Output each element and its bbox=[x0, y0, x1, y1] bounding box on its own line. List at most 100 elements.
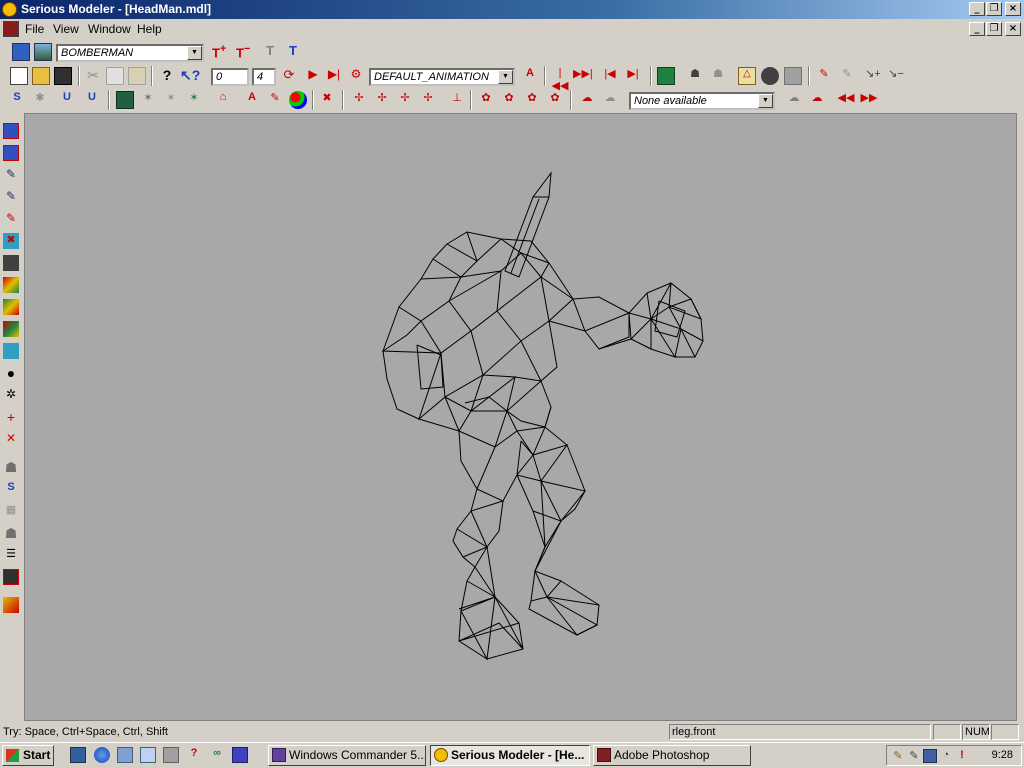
tool-edit-icon[interactable]: ✎ bbox=[3, 167, 19, 183]
select-remove-icon[interactable]: ↘− bbox=[887, 67, 905, 85]
tool-color-r-icon[interactable] bbox=[3, 321, 19, 337]
tool-list-icon[interactable]: ☰ bbox=[3, 547, 19, 563]
quicklaunch-tool-icon[interactable] bbox=[163, 747, 179, 763]
tray-alert-icon[interactable]: ! bbox=[955, 749, 969, 763]
tool-map-icon[interactable] bbox=[3, 597, 19, 613]
tray-pencil-icon[interactable]: ✎ bbox=[891, 749, 905, 763]
uv-a-icon[interactable]: U bbox=[58, 91, 76, 109]
timeline-icon[interactable] bbox=[657, 67, 675, 85]
play-step-icon[interactable]: ▶| bbox=[325, 67, 343, 85]
task-adobe-photoshop[interactable]: Adobe Photoshop bbox=[593, 745, 751, 766]
refresh-icon[interactable] bbox=[784, 67, 802, 85]
star-color-icon[interactable]: ✶ bbox=[185, 91, 203, 109]
tool-edit2-icon[interactable]: ✎ bbox=[3, 189, 19, 205]
cut-icon[interactable]: ✂ bbox=[84, 67, 102, 85]
open-folder-icon[interactable] bbox=[32, 67, 50, 85]
view-front-icon[interactable] bbox=[3, 123, 19, 139]
delete-icon[interactable]: ✖ bbox=[318, 91, 336, 109]
model-viewport[interactable] bbox=[24, 113, 1017, 721]
axis-h2-icon[interactable]: ✢ bbox=[419, 91, 437, 109]
frame-start-field[interactable]: 0 bbox=[211, 68, 249, 86]
pick-icon[interactable]: ✎ bbox=[815, 67, 833, 85]
first-frame-icon[interactable]: |◀◀ bbox=[551, 67, 569, 92]
select-add-icon[interactable]: ↘+ bbox=[864, 67, 882, 85]
restore-button[interactable]: ❐ bbox=[986, 2, 1002, 16]
save-icon[interactable] bbox=[54, 67, 72, 85]
texture-prev-icon[interactable]: T bbox=[289, 43, 307, 61]
sphere-icon[interactable] bbox=[761, 67, 779, 85]
tray-network-icon[interactable] bbox=[923, 749, 937, 763]
star-icon[interactable]: ✶ bbox=[139, 91, 157, 109]
tool-save-icon[interactable] bbox=[3, 569, 19, 585]
tray-volume-icon[interactable]: ◔ bbox=[939, 749, 953, 763]
tray-tool-icon[interactable]: ✎ bbox=[907, 749, 921, 763]
bone-icon[interactable]: ✿ bbox=[477, 91, 495, 109]
sparkle-icon[interactable]: ✱ bbox=[31, 91, 49, 109]
task-serious-modeler[interactable]: Serious Modeler - [He... bbox=[430, 745, 590, 766]
texture-next-icon[interactable]: T bbox=[266, 43, 284, 61]
menu-help[interactable]: Help bbox=[137, 22, 162, 36]
quicklaunch-ie-icon[interactable] bbox=[94, 747, 110, 763]
tool-dot-icon[interactable]: ● bbox=[3, 365, 19, 381]
chevron-down-icon[interactable]: ▼ bbox=[187, 46, 202, 60]
text-style-icon[interactable]: A bbox=[243, 91, 261, 109]
tool-pane-icon[interactable] bbox=[3, 255, 19, 271]
menu-window[interactable]: Window bbox=[88, 22, 131, 36]
doc-close-button[interactable]: × bbox=[1005, 22, 1021, 36]
last-frame-icon[interactable]: ▶▶| bbox=[573, 67, 593, 85]
collision-icon[interactable]: ☁ bbox=[578, 91, 596, 109]
next-frame-icon[interactable]: ▶| bbox=[624, 67, 642, 85]
tool-shape2-icon[interactable]: ☗ bbox=[3, 525, 19, 541]
frame-end-field[interactable]: 4 bbox=[252, 68, 276, 86]
menu-file[interactable]: File bbox=[25, 22, 44, 36]
mapping-icon[interactable] bbox=[116, 91, 134, 109]
uv-m-icon[interactable]: U bbox=[83, 91, 101, 109]
bone-rotate-icon[interactable]: ✿ bbox=[546, 91, 564, 109]
bone-add-icon[interactable]: ✿ bbox=[500, 91, 518, 109]
quicklaunch-outlook-icon[interactable] bbox=[117, 747, 133, 763]
tool-s-icon[interactable]: S bbox=[3, 481, 19, 497]
tool-plus-icon[interactable]: + bbox=[3, 409, 19, 425]
chevron-down-icon[interactable]: ▼ bbox=[498, 70, 513, 84]
add-texture-icon[interactable]: T+ bbox=[212, 43, 230, 61]
task-windows-commander[interactable]: Windows Commander 5.... bbox=[268, 745, 426, 766]
quicklaunch-explorer-icon[interactable] bbox=[140, 747, 156, 763]
tool-cross-icon[interactable]: ✖ bbox=[3, 233, 19, 249]
bone-move-icon[interactable]: ✿ bbox=[523, 91, 541, 109]
attachment-icon[interactable]: ☁ bbox=[785, 91, 803, 109]
document-icon[interactable] bbox=[3, 21, 19, 37]
tool-teal-icon[interactable] bbox=[3, 343, 19, 359]
prev-frame-icon[interactable]: |◀ bbox=[601, 67, 619, 85]
tool-grid-icon[interactable]: ▦ bbox=[3, 503, 19, 519]
quicklaunch-desktop-icon[interactable] bbox=[70, 747, 86, 763]
close-button[interactable]: × bbox=[1005, 2, 1021, 16]
minimize-button[interactable]: _ bbox=[969, 2, 985, 16]
view-star-icon[interactable] bbox=[3, 145, 19, 161]
tool-x-icon[interactable]: ✕ bbox=[3, 431, 19, 447]
attachment-prev-icon[interactable]: ◀◀ bbox=[837, 91, 855, 109]
tool-edit3-icon[interactable]: ✎ bbox=[3, 211, 19, 227]
copy-icon[interactable] bbox=[106, 67, 124, 85]
title-bar[interactable]: Serious Modeler - [HeadMan.mdl] _ ❐ × bbox=[0, 0, 1024, 19]
attachment-next-icon[interactable]: ▶▶ bbox=[860, 91, 878, 109]
quicklaunch-link-icon[interactable]: ∞ bbox=[209, 747, 225, 763]
animation-info-icon[interactable]: A bbox=[521, 67, 539, 85]
app-icon[interactable] bbox=[2, 2, 17, 17]
play-icon[interactable]: ▶ bbox=[304, 67, 322, 85]
chevron-down-icon[interactable]: ▼ bbox=[758, 94, 773, 108]
paint-icon[interactable]: ✎ bbox=[266, 91, 284, 109]
paste-icon[interactable] bbox=[128, 67, 146, 85]
home-icon[interactable]: ⌂ bbox=[214, 91, 232, 109]
attachment-select[interactable]: None available ▼ bbox=[629, 92, 775, 110]
menu-view[interactable]: View bbox=[53, 22, 79, 36]
doc-minimize-button[interactable]: _ bbox=[969, 22, 985, 36]
animation-select[interactable]: DEFAULT_ANIMATION ▼ bbox=[369, 68, 515, 86]
texture-icon[interactable] bbox=[34, 43, 52, 61]
remove-texture-icon[interactable]: T− bbox=[236, 43, 254, 61]
quicklaunch-disk-icon[interactable] bbox=[232, 747, 248, 763]
start-button[interactable]: Start bbox=[2, 745, 54, 766]
model-icon[interactable] bbox=[12, 43, 30, 61]
warning-icon[interactable]: △ bbox=[738, 67, 756, 85]
collision-alt-icon[interactable]: ☁ bbox=[601, 91, 619, 109]
context-help-icon[interactable]: ↖? bbox=[180, 67, 200, 85]
